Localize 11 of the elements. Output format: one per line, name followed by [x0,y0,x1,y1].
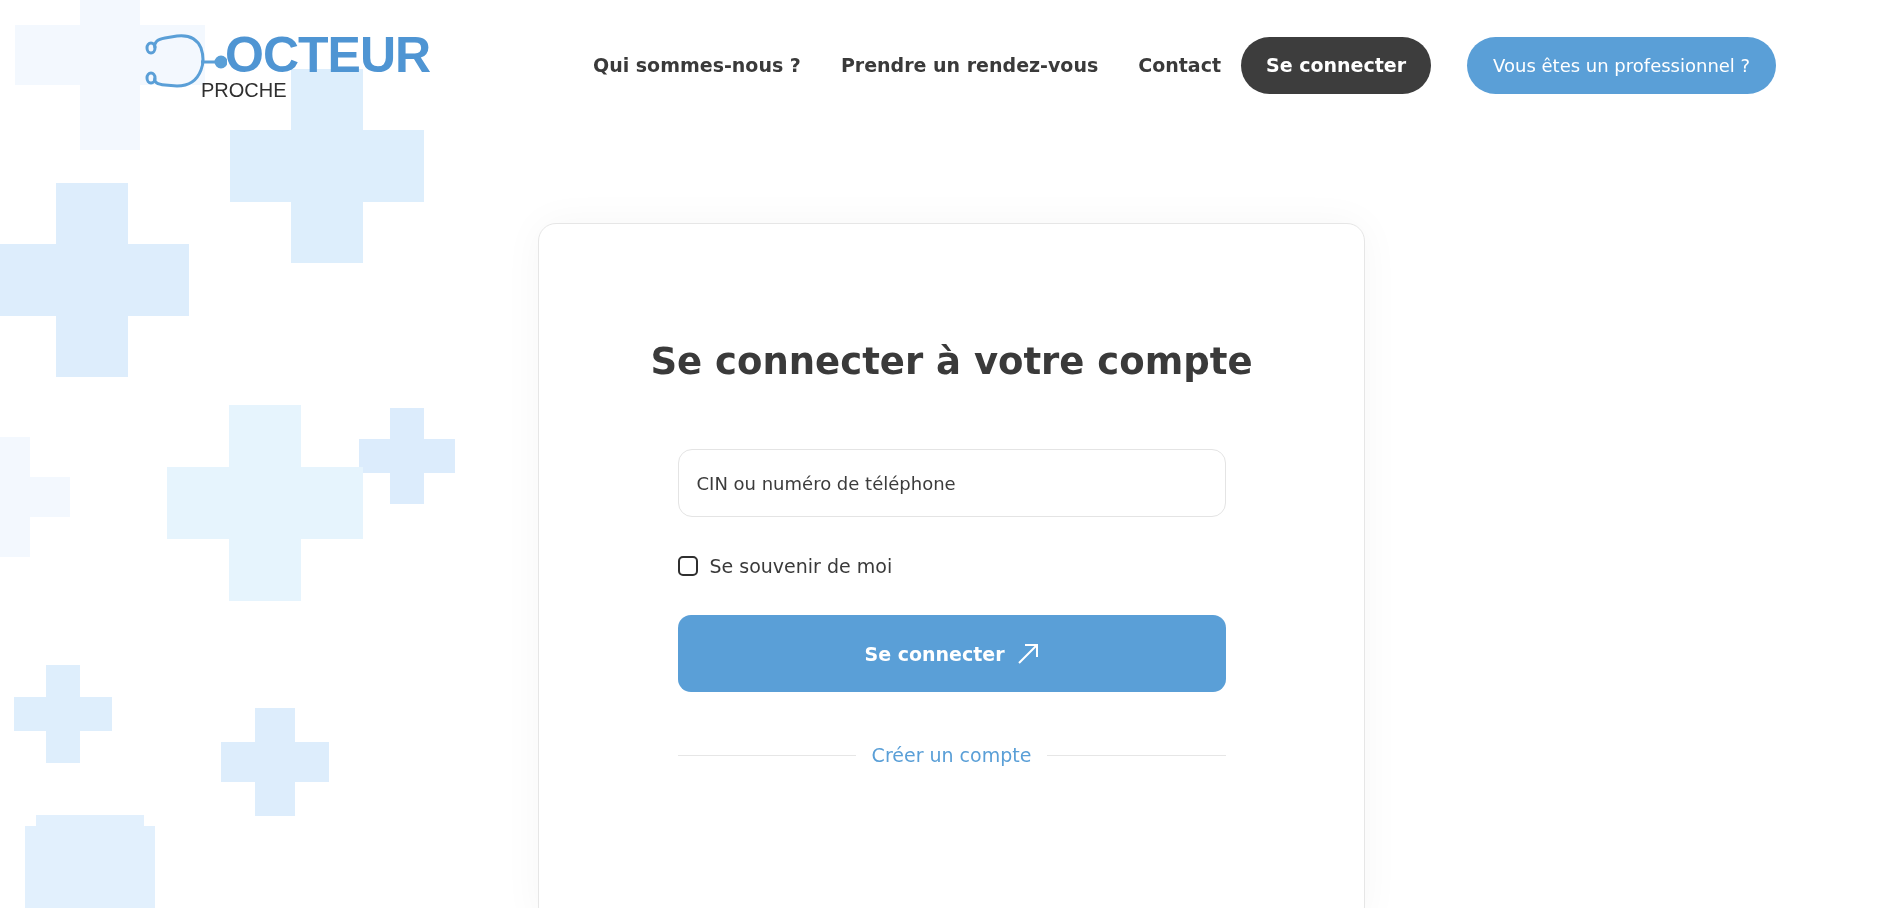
nav-link[interactable]: Qui sommes-nous ? [593,54,801,76]
id-input-field[interactable]: CIN ou numéro de téléphone [677,449,1226,517]
logo-subtitle: PROCHE [201,80,288,100]
arrow-icon [1016,642,1039,665]
login-button[interactable]: Se connecter [1241,36,1432,94]
form-title: Se connecter à votre compte [650,340,1253,383]
logo-title: OCTEUR [225,30,431,80]
remember-label: Se souvenir de moi [709,555,893,577]
nav-link[interactable]: Prendre un rendez-vous [840,54,1099,76]
remember-checkbox[interactable] [677,556,698,576]
nav-link[interactable]: Contact [1138,54,1222,76]
